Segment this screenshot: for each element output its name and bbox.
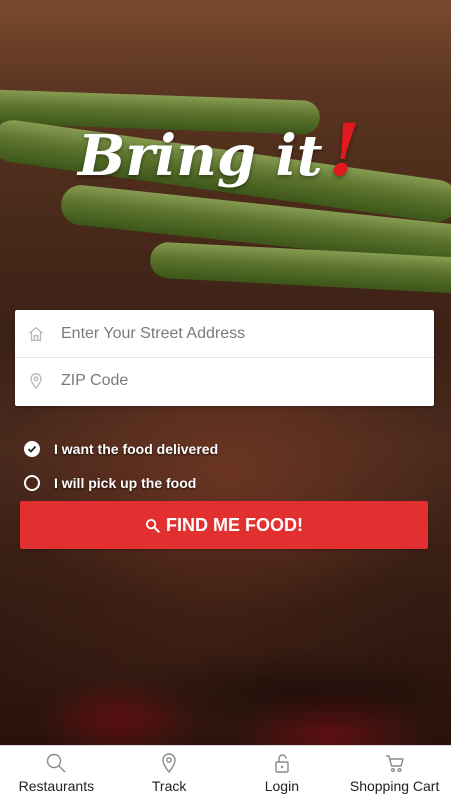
tab-login[interactable]: Login	[226, 746, 339, 801]
delivery-radio[interactable]	[24, 441, 40, 457]
tab-restaurants[interactable]: Restaurants	[0, 746, 113, 801]
location-pin-icon	[162, 753, 176, 774]
checkmark-icon	[27, 445, 37, 453]
address-field-row	[15, 310, 434, 357]
find-me-food-label: FIND ME FOOD!	[166, 514, 303, 535]
fulfillment-options: I want the food delivered I will pick up…	[24, 432, 218, 500]
logo-text: Bring it	[78, 123, 323, 189]
address-form	[15, 310, 434, 406]
find-me-food-button[interactable]: FIND ME FOOD!	[20, 501, 428, 549]
cart-icon	[385, 755, 404, 773]
search-icon	[47, 753, 66, 773]
search-icon	[145, 518, 160, 533]
street-address-input[interactable]	[59, 323, 393, 344]
tab-track[interactable]: Track	[113, 746, 226, 801]
tab-shopping-cart[interactable]: Shopping Cart	[338, 746, 451, 801]
pickup-option-label: I will pick up the food	[54, 475, 197, 491]
tab-shopping-cart-label: Shopping Cart	[349, 778, 440, 794]
pickup-option[interactable]: I will pick up the food	[24, 466, 218, 500]
location-pin-icon	[30, 373, 42, 390]
logo-accent: !	[328, 107, 361, 192]
bottom-tab-bar: Restaurants Track Login Shopping Cart	[0, 745, 451, 801]
zip-field-row	[15, 357, 434, 404]
app-logo: Bring it!	[78, 110, 378, 190]
home-icon	[29, 326, 43, 341]
tab-track-label: Track	[151, 778, 187, 794]
zip-code-input[interactable]	[59, 371, 393, 391]
tab-restaurants-label: Restaurants	[18, 778, 95, 794]
pickup-radio[interactable]	[24, 475, 40, 491]
unlock-icon	[275, 754, 289, 773]
delivery-option-label: I want the food delivered	[54, 441, 219, 457]
tab-login-label: Login	[264, 778, 299, 794]
delivery-option[interactable]: I want the food delivered	[24, 432, 218, 466]
